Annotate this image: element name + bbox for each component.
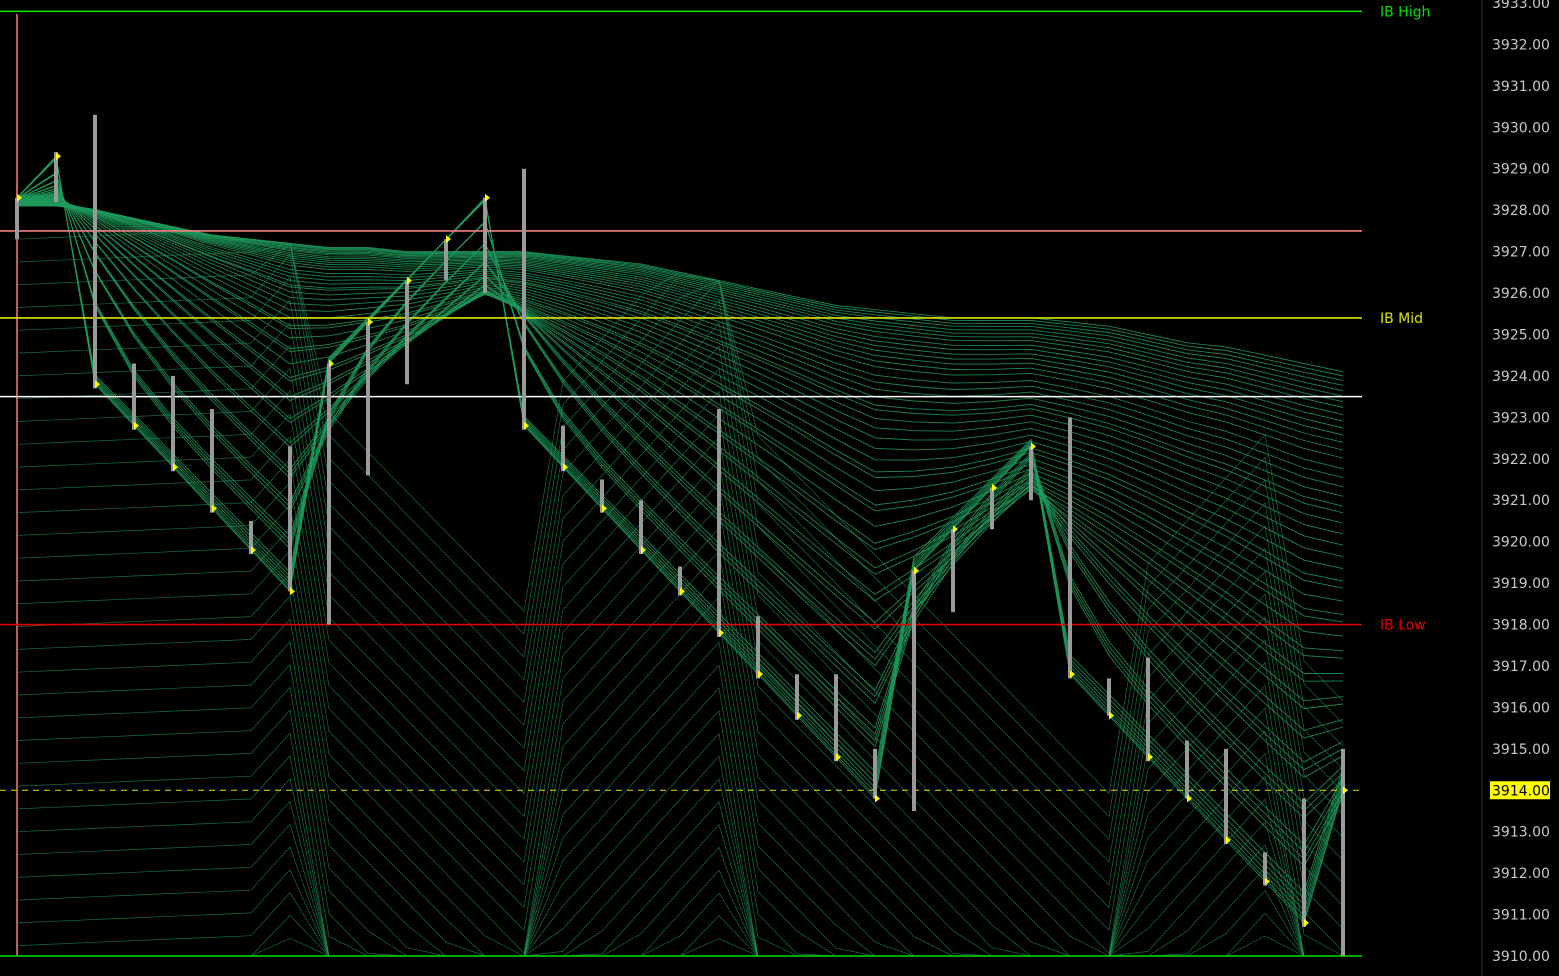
y-tick-label: 3919.00 — [1492, 576, 1550, 592]
y-tick-label: 3916.00 — [1492, 700, 1550, 716]
y-tick-label: 3925.00 — [1492, 327, 1550, 343]
y-tick-label: 3922.00 — [1492, 452, 1550, 468]
y-tick-label: 3913.00 — [1492, 825, 1550, 841]
y-tick-label: 3910.00 — [1492, 949, 1550, 965]
price-chart[interactable]: IB High IB Mid IB Low 3933.00 3932.00 3931.0… — [0, 0, 1559, 976]
y-tick-label: 3924.00 — [1492, 369, 1550, 385]
reference-line-label: IB High — [1380, 4, 1430, 20]
y-tick-label: 3920.00 — [1492, 535, 1550, 551]
y-tick-label: 3921.00 — [1492, 493, 1550, 509]
reference-line-label: IB Mid — [1380, 311, 1423, 327]
y-tick-label: 3923.00 — [1492, 410, 1550, 426]
y-tick-label: 3928.00 — [1492, 203, 1550, 219]
last-price-label: 3914.00 — [1492, 783, 1550, 799]
y-tick-label: 3927.00 — [1492, 245, 1550, 261]
y-tick-label: 3926.00 — [1492, 286, 1550, 302]
y-tick-label: 3917.00 — [1492, 659, 1550, 675]
y-tick-label: 3915.00 — [1492, 742, 1550, 758]
reference-line-label: IB Low — [1380, 618, 1426, 634]
y-tick-label: 3918.00 — [1492, 618, 1550, 634]
y-tick-label: 3932.00 — [1492, 37, 1550, 53]
y-tick-label: 3911.00 — [1492, 908, 1550, 924]
y-tick-label: 3912.00 — [1492, 866, 1550, 882]
y-tick-label: 3931.00 — [1492, 79, 1550, 95]
y-tick-label: 3933.00 — [1492, 0, 1550, 12]
y-tick-label: 3929.00 — [1492, 162, 1550, 178]
y-tick-label: 3930.00 — [1492, 120, 1550, 136]
